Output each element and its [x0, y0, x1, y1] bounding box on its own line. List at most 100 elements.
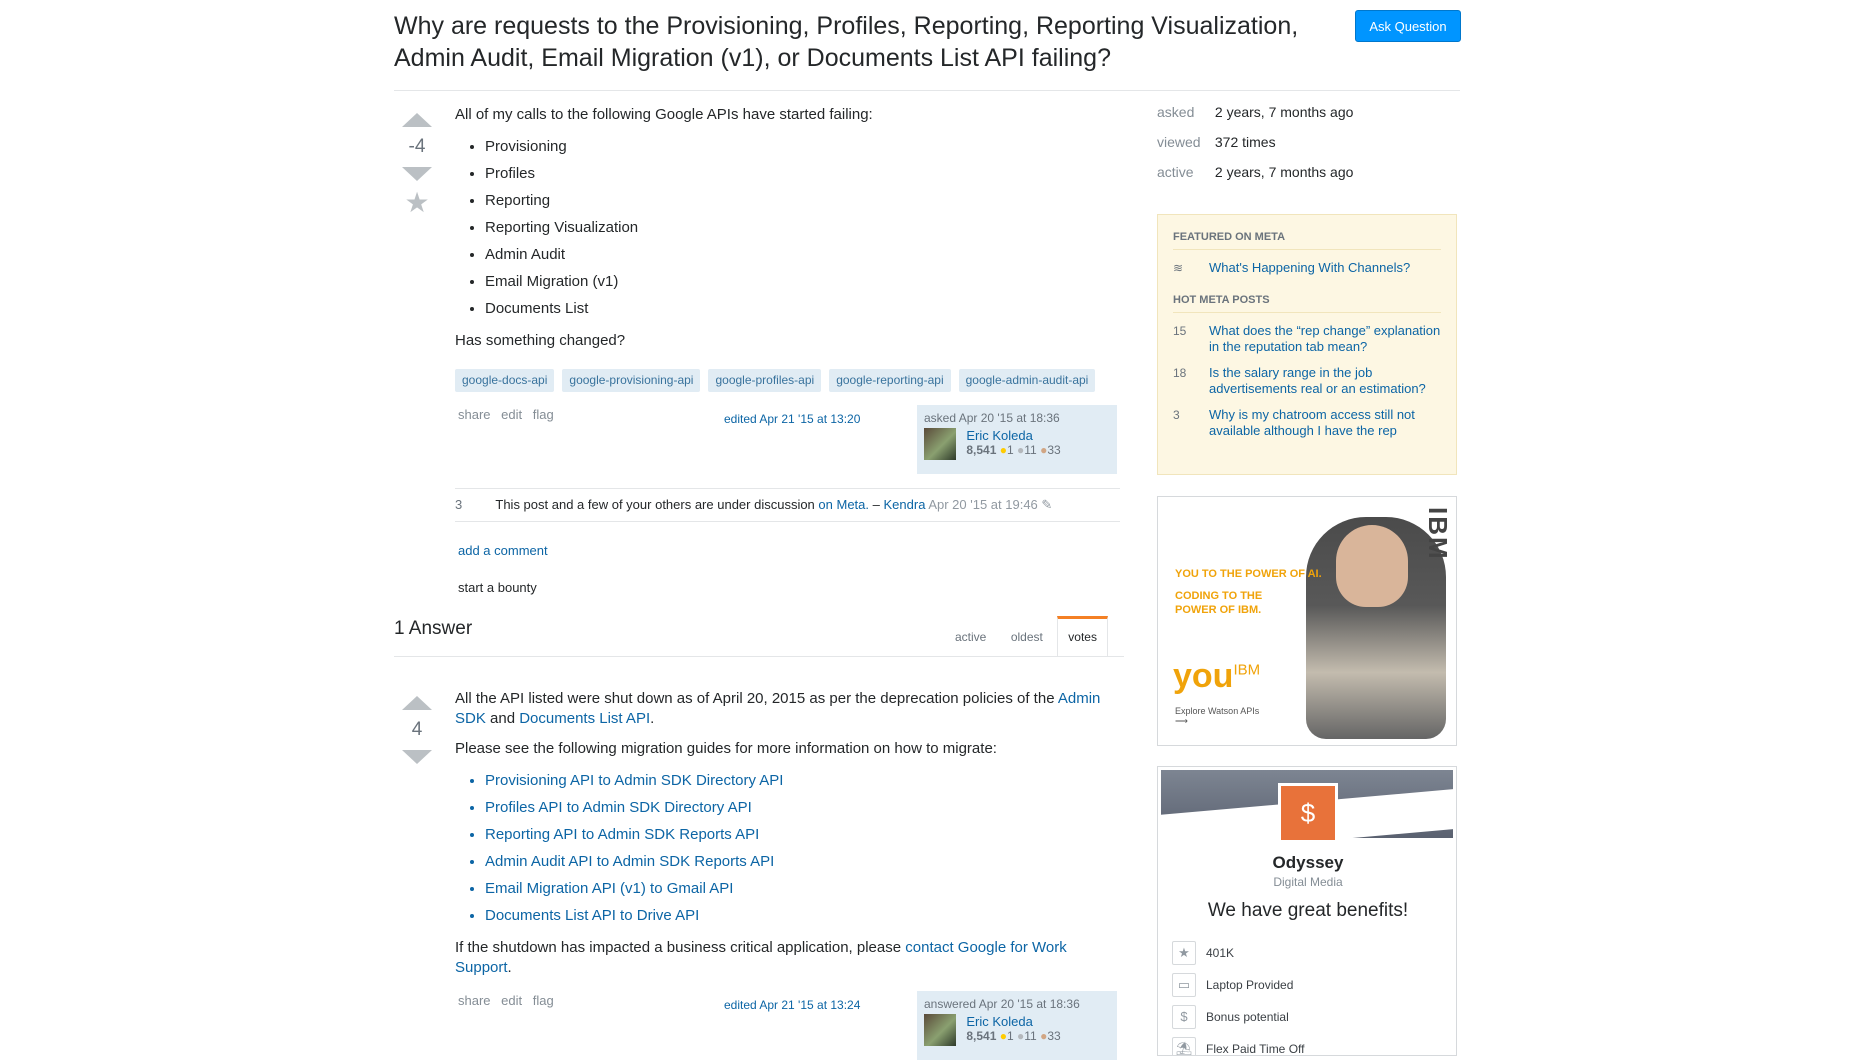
- stat-label: asked: [1157, 104, 1195, 120]
- ad-tagline-3: POWER OF IBM.: [1175, 604, 1262, 616]
- star-icon: ★: [1172, 941, 1196, 965]
- ad-person-head: [1336, 525, 1408, 607]
- hot-meta-item[interactable]: 18 Is the salary range in the job advert…: [1173, 365, 1441, 397]
- benefit-label: 401K: [1206, 946, 1235, 960]
- pencil-icon[interactable]: ✎: [1041, 497, 1052, 512]
- company-industry: Digital Media: [1273, 875, 1343, 889]
- hot-post-link[interactable]: What does the “rep change” explanation i…: [1209, 323, 1441, 355]
- tag-google-admin-audit-api[interactable]: google-admin-audit-api: [958, 369, 1096, 392]
- featured-heading: FEATURED ON META: [1173, 231, 1441, 250]
- hot-post-link[interactable]: Why is my chatroom access still not avai…: [1209, 407, 1441, 439]
- list-item: Admin Audit: [485, 241, 1120, 268]
- answer-owner-card: answered Apr 20 '15 at 18:36 Eric Koleda…: [917, 991, 1117, 1060]
- tag-google-docs-api[interactable]: google-docs-api: [455, 369, 555, 392]
- list-item: ▭ Laptop Provided: [1172, 969, 1304, 1001]
- avatar[interactable]: [924, 1014, 956, 1046]
- question-edited-link[interactable]: edited Apr 21 '15 at 13:20: [724, 412, 860, 426]
- comment-user-link[interactable]: Kendra: [884, 497, 926, 512]
- user-name[interactable]: Eric Koleda: [966, 1014, 1060, 1029]
- comment-score: 3: [455, 497, 463, 512]
- featured-item-link[interactable]: What's Happening With Channels?: [1209, 260, 1410, 276]
- stat-viewed: viewed 372 times: [1157, 134, 1276, 150]
- tab-active[interactable]: active: [945, 617, 996, 657]
- list-item: Profiles: [485, 160, 1120, 187]
- documents-list-api-link[interactable]: Documents List API: [519, 710, 650, 727]
- comment-meta-link[interactable]: on Meta.: [818, 497, 869, 512]
- guide-link[interactable]: Email Migration API (v1) to Gmail API: [485, 875, 1120, 902]
- benefit-label: Bonus potential: [1206, 1010, 1289, 1024]
- favorite-star-icon[interactable]: ★: [394, 189, 440, 217]
- share-link[interactable]: share: [458, 407, 491, 422]
- tag-google-reporting-api[interactable]: google-reporting-api: [829, 369, 951, 392]
- ibm-advertisement[interactable]: IBM YOU TO THE POWER OF AI. CODING TO TH…: [1157, 496, 1457, 746]
- share-link[interactable]: share: [458, 993, 491, 1008]
- hot-post-link[interactable]: Is the salary range in the job advertise…: [1209, 365, 1441, 397]
- upvote-icon[interactable]: [402, 113, 432, 127]
- arrow-right-icon: ⟶: [1175, 716, 1188, 726]
- hot-meta-item[interactable]: 3 Why is my chatroom access still not av…: [1173, 407, 1441, 439]
- upvote-icon[interactable]: [402, 696, 432, 710]
- featured-meta-box: FEATURED ON META ≋ What's Happening With…: [1157, 214, 1457, 475]
- list-item: Reporting Visualization: [485, 214, 1120, 241]
- guide-link[interactable]: Reporting API to Admin SDK Reports API: [485, 821, 1120, 848]
- company-name[interactable]: Odyssey: [1158, 853, 1456, 873]
- tab-oldest[interactable]: oldest: [1001, 617, 1053, 657]
- ad-you-ibm: youIBM: [1173, 657, 1260, 696]
- guide-link[interactable]: Profiles API to Admin SDK Directory API: [485, 794, 1120, 821]
- benefit-label: Flex Paid Time Off: [1206, 1042, 1305, 1056]
- question-title[interactable]: Why are requests to the Provisioning, Pr…: [394, 10, 1354, 74]
- gold-badge-icon: ●: [999, 1029, 1007, 1043]
- flag-link[interactable]: flag: [533, 407, 554, 422]
- answer-paragraph-1: All the API listed were shut down as of …: [455, 689, 1120, 729]
- hot-post-score: 15: [1173, 324, 1187, 338]
- guide-link[interactable]: Admin Audit API to Admin SDK Reports API: [485, 848, 1120, 875]
- stat-value: 372 times: [1214, 134, 1276, 150]
- list-item: $ Bonus potential: [1172, 1001, 1304, 1033]
- reputation-score: 8,541: [966, 1029, 997, 1043]
- downvote-icon[interactable]: [402, 750, 432, 764]
- answer-edited-link[interactable]: edited Apr 21 '15 at 13:24: [724, 998, 860, 1012]
- downvote-icon[interactable]: [402, 167, 432, 181]
- answer-body: All the API listed were shut down as of …: [455, 689, 1120, 978]
- user-reputation: 8,541 ●1 ●11 ●33: [966, 443, 1060, 457]
- start-bounty-link[interactable]: start a bounty: [458, 580, 537, 595]
- tab-votes[interactable]: votes: [1057, 616, 1108, 656]
- avatar[interactable]: [924, 428, 956, 460]
- list-item: Email Migration (v1): [485, 268, 1120, 295]
- stat-value[interactable]: 2 years, 7 months ago: [1215, 164, 1354, 180]
- answer-post-menu: share edit flag: [458, 993, 561, 1008]
- list-item: Provisioning: [485, 133, 1120, 160]
- add-comment-link[interactable]: add a comment: [458, 543, 548, 558]
- hot-meta-item[interactable]: 15 What does the “rep change” explanatio…: [1173, 323, 1441, 355]
- edit-link[interactable]: edit: [501, 993, 522, 1008]
- dollar-icon: $: [1172, 1005, 1196, 1029]
- ask-question-button[interactable]: Ask Question: [1355, 10, 1461, 42]
- gold-badge-count: 1: [1006, 443, 1014, 457]
- question-post-menu: share edit flag: [458, 407, 561, 422]
- user-name[interactable]: Eric Koleda: [966, 428, 1060, 443]
- benefits-heading: We have great benefits!: [1207, 900, 1409, 921]
- stat-asked: asked 2 years, 7 months ago: [1157, 104, 1353, 120]
- guide-link[interactable]: Provisioning API to Admin SDK Directory …: [485, 767, 1120, 794]
- company-logo-icon: $: [1278, 783, 1338, 843]
- silver-badge-count: 11: [1024, 443, 1037, 457]
- featured-item[interactable]: ≋ What's Happening With Channels?: [1173, 260, 1441, 276]
- list-item: Documents List: [485, 295, 1120, 322]
- reputation-score: 8,541: [966, 443, 997, 457]
- comment-dash: –: [872, 497, 880, 512]
- edit-link[interactable]: edit: [501, 407, 522, 422]
- guide-link[interactable]: Documents List API to Drive API: [485, 902, 1120, 929]
- answer-paragraph-2: Please see the following migration guide…: [455, 740, 997, 757]
- list-item: ⛱ Flex Paid Time Off: [1172, 1033, 1305, 1056]
- ad-explore-link[interactable]: Explore Watson APIs ⟶: [1175, 706, 1259, 727]
- flag-link[interactable]: flag: [533, 993, 554, 1008]
- list-item: ★ 401K: [1172, 937, 1304, 969]
- tag-google-profiles-api[interactable]: google-profiles-api: [708, 369, 822, 392]
- ad-you-text: you: [1173, 657, 1234, 695]
- company-advertisement[interactable]: $ Odyssey Digital Media We have great be…: [1157, 766, 1457, 1056]
- ibm-logo: IBM: [1423, 507, 1453, 561]
- tag-google-provisioning-api[interactable]: google-provisioning-api: [562, 369, 701, 392]
- comment: 3 This post and a few of your others are…: [455, 489, 1120, 522]
- benefits-list: ★ 401K ▭ Laptop Provided $ Bonus potenti…: [1172, 937, 1305, 1056]
- ad-tagline-2: CODING TO THE: [1175, 590, 1263, 602]
